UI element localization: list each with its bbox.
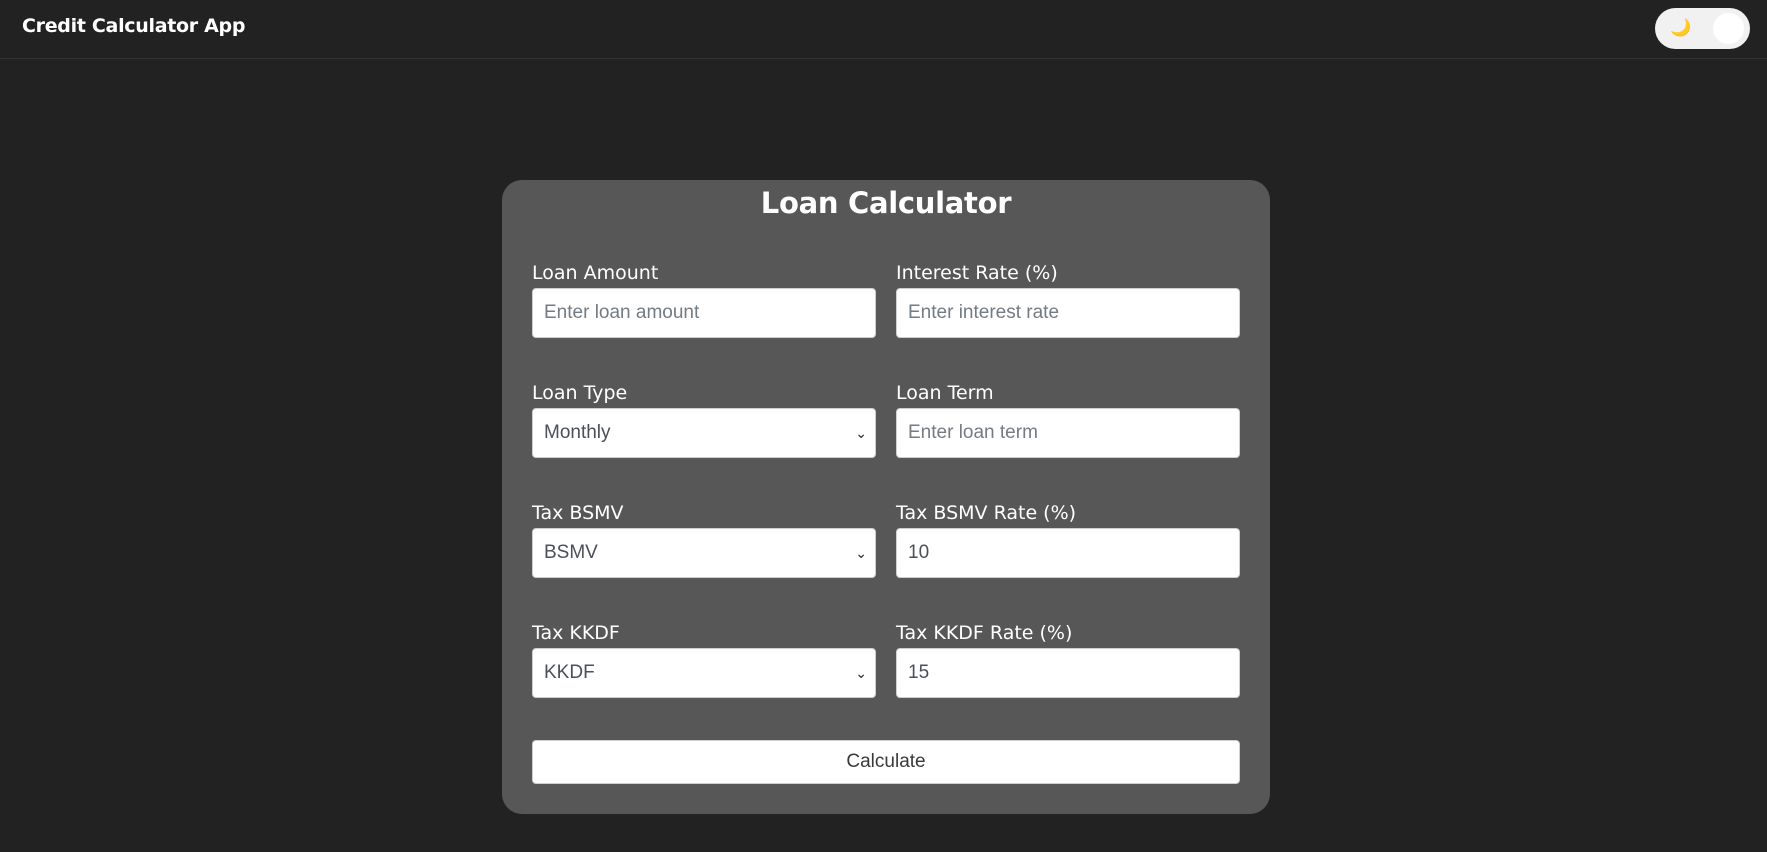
theme-toggle[interactable]: 🌙 <box>1655 8 1750 49</box>
chevron-down-icon: ⌄ <box>855 545 867 561</box>
tax-bsmv-select[interactable]: BSMV ⌄ <box>532 528 876 578</box>
interest-rate-input[interactable]: Enter interest rate <box>896 288 1240 338</box>
toggle-knob <box>1713 13 1744 44</box>
chevron-down-icon: ⌄ <box>855 665 867 681</box>
loan-calculator-card: Loan Calculator Loan Amount Enter loan a… <box>502 180 1270 814</box>
chevron-down-icon: ⌄ <box>855 425 867 441</box>
top-navbar: Credit Calculator App 🌙 <box>0 0 1767 59</box>
interest-rate-label: Interest Rate (%) <box>896 262 1058 284</box>
tax-kkdf-rate-group: Tax KKDF Rate (%) 15 <box>896 618 1240 698</box>
moon-icon: 🌙 <box>1670 18 1692 38</box>
tax-bsmv-rate-group: Tax BSMV Rate (%) 10 <box>896 498 1240 578</box>
tax-kkdf-rate-input[interactable]: 15 <box>896 648 1240 698</box>
interest-rate-group: Interest Rate (%) Enter interest rate <box>896 258 1240 338</box>
loan-type-selected: Monthly <box>544 422 611 443</box>
loan-amount-input[interactable]: Enter loan amount <box>532 288 876 338</box>
tax-bsmv-label: Tax BSMV <box>532 502 624 524</box>
tax-kkdf-selected: KKDF <box>544 662 595 683</box>
loan-type-group: Loan Type Monthly ⌄ <box>532 378 876 458</box>
loan-amount-group: Loan Amount Enter loan amount <box>532 258 876 338</box>
loan-term-label: Loan Term <box>896 382 994 404</box>
tax-bsmv-selected: BSMV <box>544 542 598 563</box>
tax-bsmv-rate-label: Tax BSMV Rate (%) <box>896 502 1077 524</box>
form-title: Loan Calculator <box>760 186 1012 220</box>
loan-term-input[interactable]: Enter loan term <box>896 408 1240 458</box>
loan-type-select[interactable]: Monthly ⌄ <box>532 408 876 458</box>
tax-bsmv-rate-input[interactable]: 10 <box>896 528 1240 578</box>
app-title: Credit Calculator App <box>22 15 246 37</box>
tax-kkdf-label: Tax KKDF <box>532 622 620 644</box>
tax-bsmv-group: Tax BSMV BSMV ⌄ <box>532 498 876 578</box>
loan-amount-label: Loan Amount <box>532 262 659 284</box>
tax-kkdf-rate-label: Tax KKDF Rate (%) <box>896 622 1073 644</box>
calculate-button[interactable]: Calculate <box>532 740 1240 784</box>
tax-kkdf-group: Tax KKDF KKDF ⌄ <box>532 618 876 698</box>
loan-type-label: Loan Type <box>532 382 628 404</box>
tax-kkdf-select[interactable]: KKDF ⌄ <box>532 648 876 698</box>
loan-term-group: Loan Term Enter loan term <box>896 378 1240 458</box>
